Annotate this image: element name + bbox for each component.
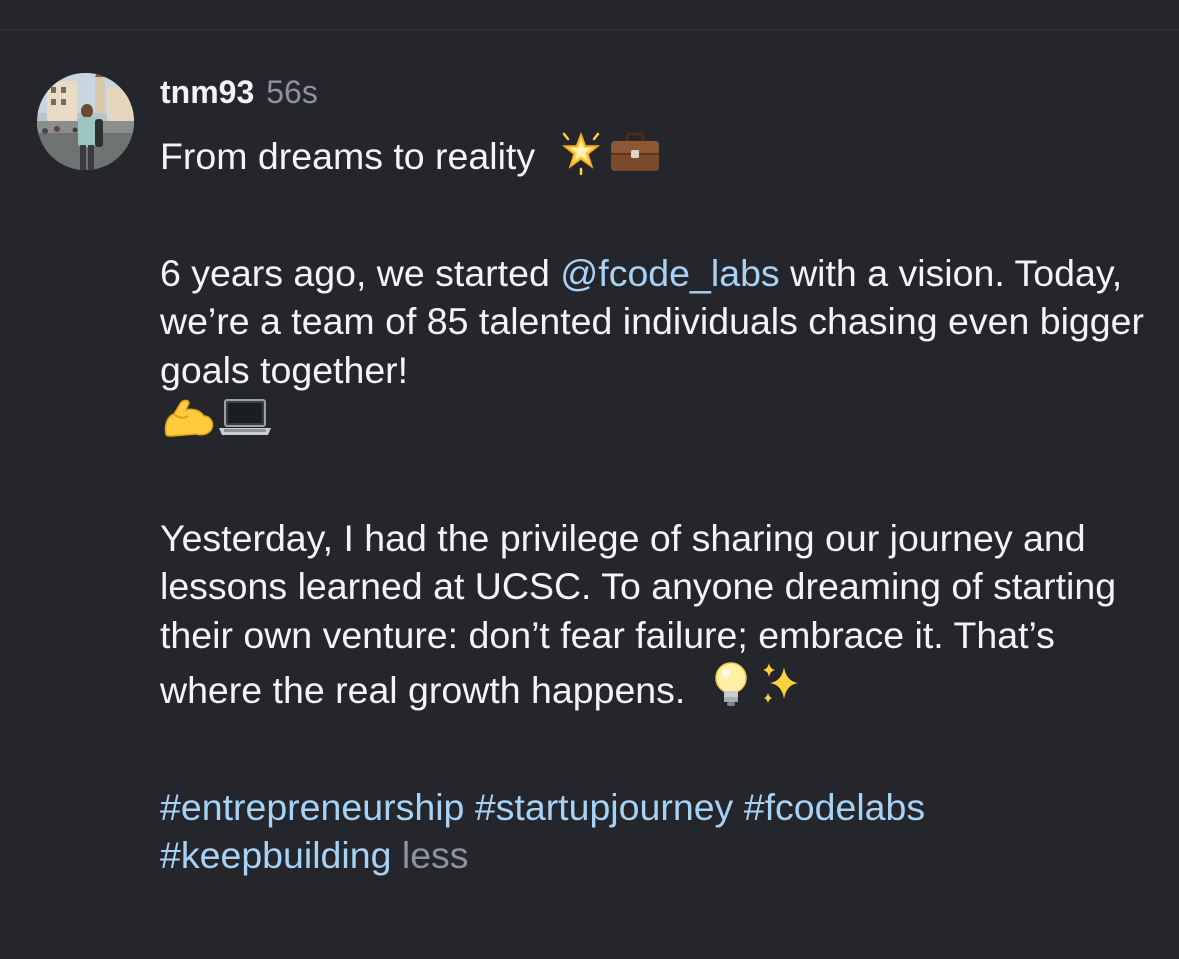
post-paragraph-3: Yesterday, I had the privilege of sharin…	[160, 514, 1150, 715]
post-paragraph-3-text: Yesterday, I had the privilege of sharin…	[160, 516, 1117, 712]
avatar[interactable]	[37, 73, 134, 170]
mention-link[interactable]: @fcode_labs	[560, 252, 779, 294]
post-body: From dreams to reality 6 years ago, we s…	[160, 129, 1150, 880]
hashtag-link[interactable]: #fcodelabs	[744, 786, 925, 828]
light-bulb-icon	[710, 659, 752, 709]
post-paragraph-2: 6 years ago, we started @fcode_labs with…	[160, 249, 1150, 446]
post-header: tnm93 56s	[160, 74, 318, 120]
hashtag-link[interactable]: #entrepreneurship	[160, 786, 464, 828]
post-line-1-text: From dreams to reality	[160, 135, 536, 177]
hashtag-link[interactable]: #startupjourney	[475, 786, 734, 828]
top-divider	[0, 29, 1179, 30]
post-hashtags: #entrepreneurship #startupjourney #fcode…	[160, 783, 1150, 880]
post-line-1: From dreams to reality	[160, 129, 1150, 181]
hashtag-link[interactable]: #keepbuilding	[160, 834, 391, 876]
briefcase-icon	[608, 129, 662, 175]
timestamp: 56s	[266, 74, 318, 110]
post-paragraph-2-start: 6 years ago, we started	[160, 251, 561, 294]
glowing-star-icon	[558, 129, 604, 175]
flexed-biceps-icon	[160, 394, 216, 440]
less-toggle[interactable]: less	[402, 834, 469, 876]
sparkles-icon	[758, 659, 806, 709]
username[interactable]: tnm93	[160, 74, 254, 111]
laptop-icon	[216, 394, 274, 440]
